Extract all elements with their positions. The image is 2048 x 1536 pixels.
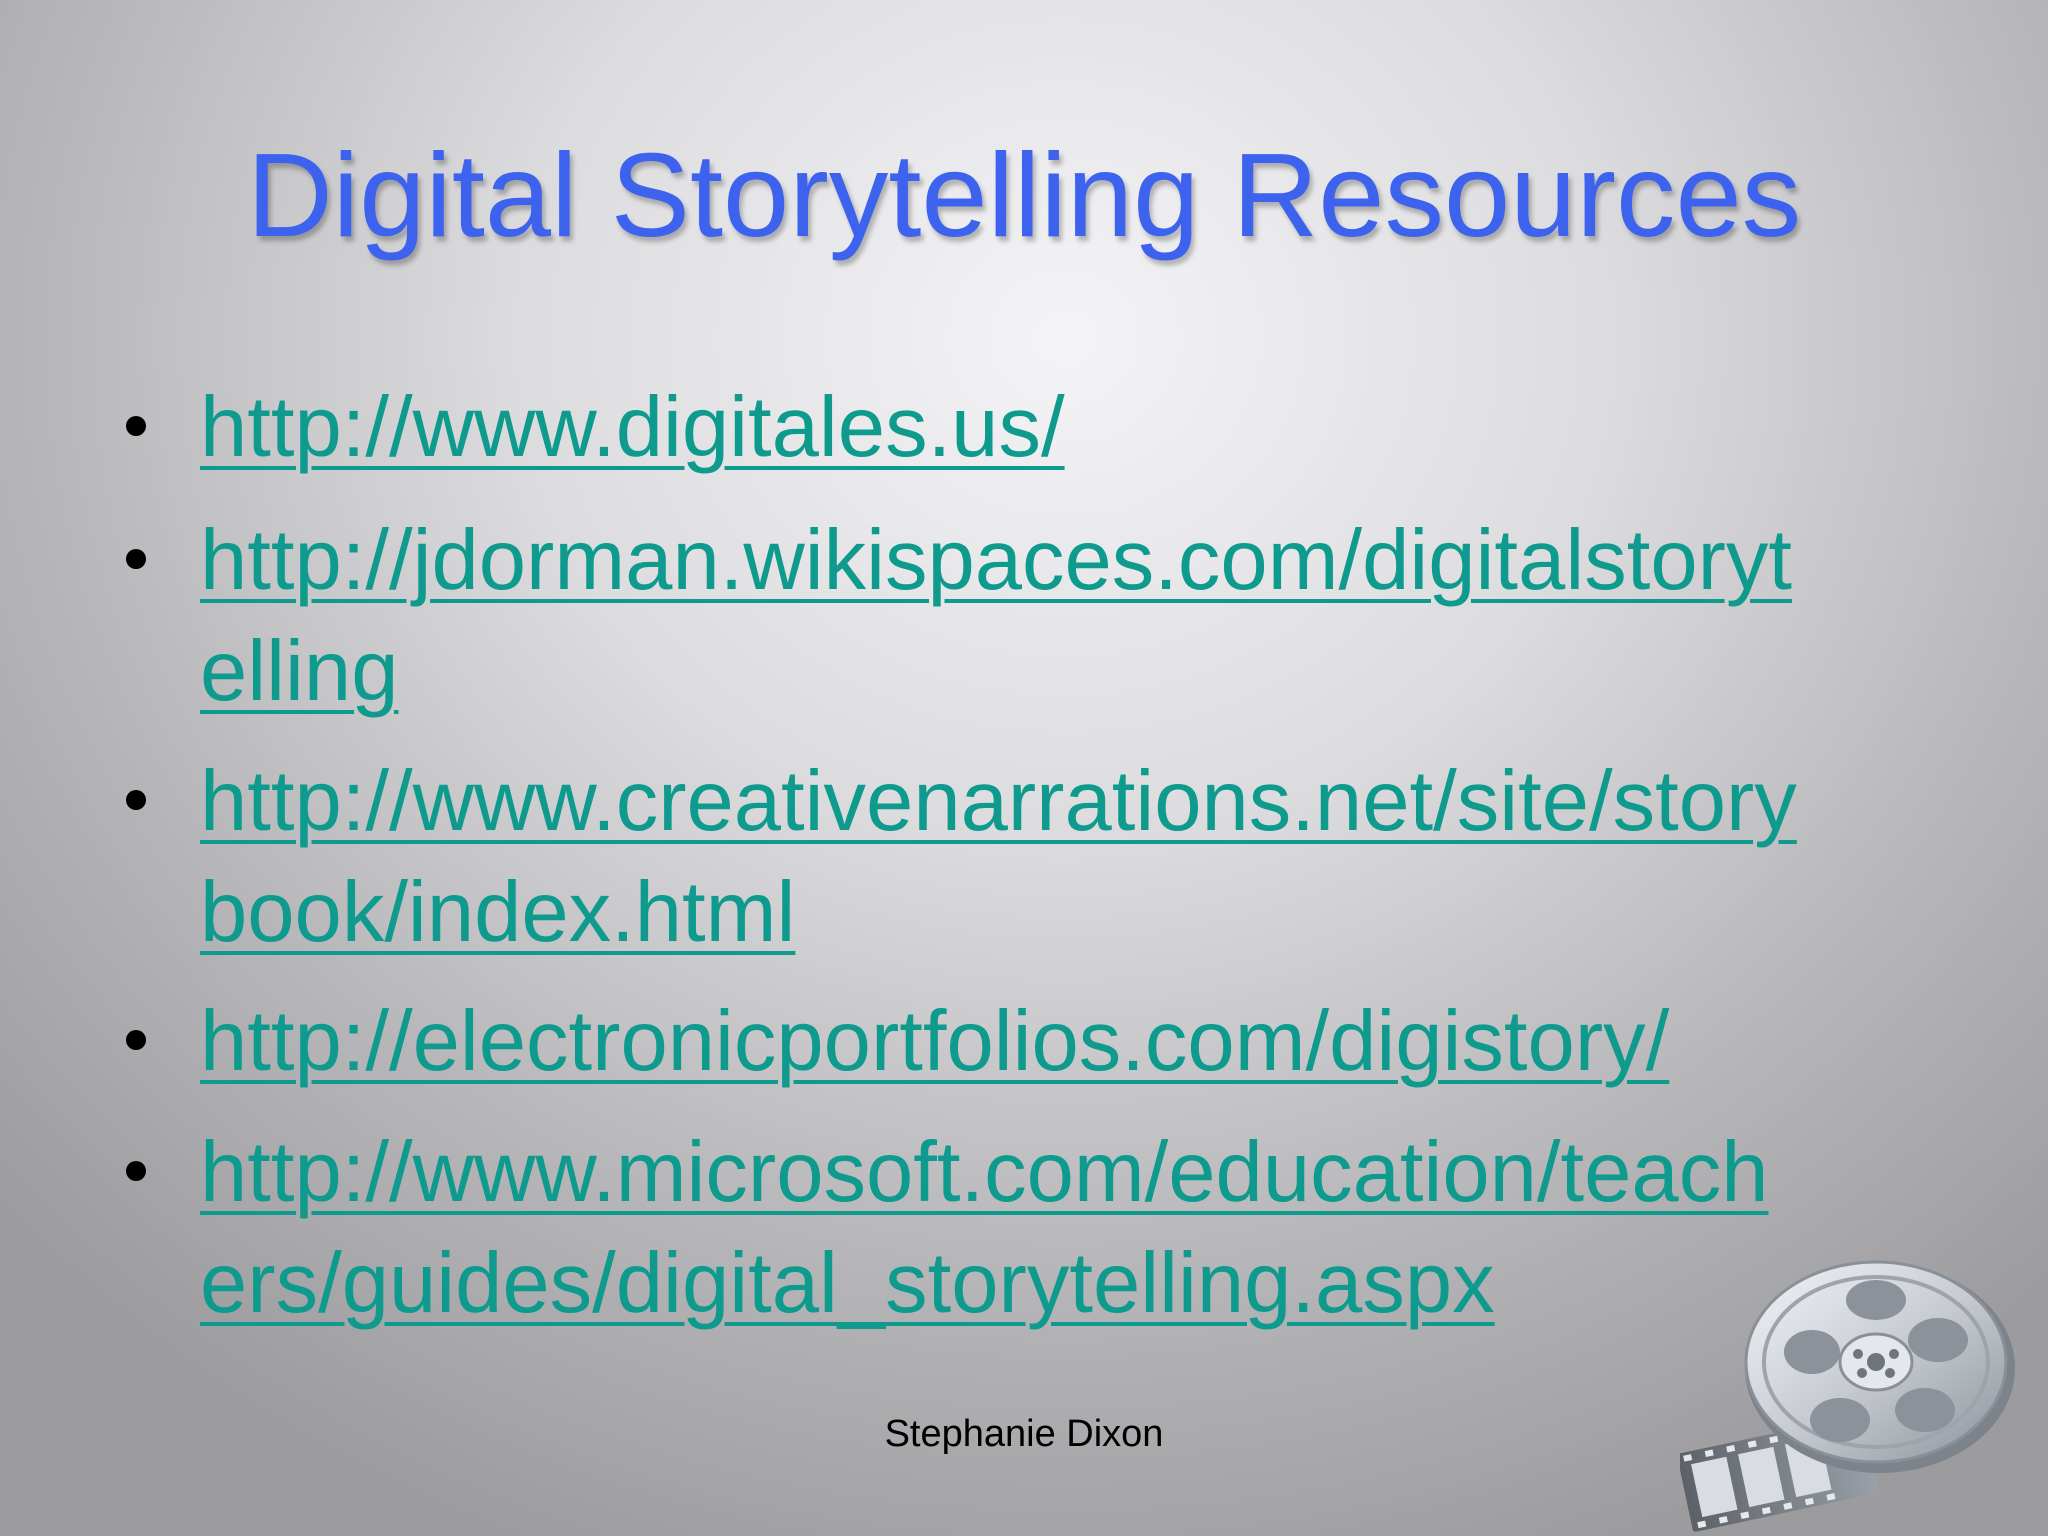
link-digitales[interactable]: http://www.digitales.us/ [200, 372, 1960, 483]
bullet-icon [126, 790, 146, 810]
link-creativenarrations[interactable]: http://www.creativenarrations.net/site/s… [200, 746, 1960, 968]
film-reel-icon [1680, 1260, 2015, 1532]
bullet-icon [126, 549, 146, 569]
link-jdorman-wikispaces[interactable]: http://jdorman.wikispaces.com/digitalsto… [200, 505, 1960, 727]
link-text-line1: http://www.microsoft.com/education/teach [200, 1125, 1769, 1220]
bullet-icon [126, 416, 146, 436]
link-text-line1: http://jdorman.wikispaces.com/digitalsto… [200, 513, 1793, 608]
slide: Digital Storytelling Resources http://ww… [0, 0, 2048, 1536]
bullet-icon [126, 1030, 146, 1050]
link-text-line1: http://www.creativenarrations.net/site/s… [200, 754, 1797, 849]
bullet-icon [126, 1161, 146, 1181]
link-text-line2: elling [200, 624, 399, 719]
link-text-line1: http://electronicportfolios.com/digistor… [200, 994, 1670, 1089]
link-electronicportfolios[interactable]: http://electronicportfolios.com/digistor… [200, 986, 1960, 1097]
link-text-line1: http://www.digitales.us/ [200, 380, 1065, 475]
link-text-line2: book/index.html [200, 865, 796, 960]
link-text-line2: ers/guides/digital_storytelling.aspx [200, 1236, 1495, 1331]
